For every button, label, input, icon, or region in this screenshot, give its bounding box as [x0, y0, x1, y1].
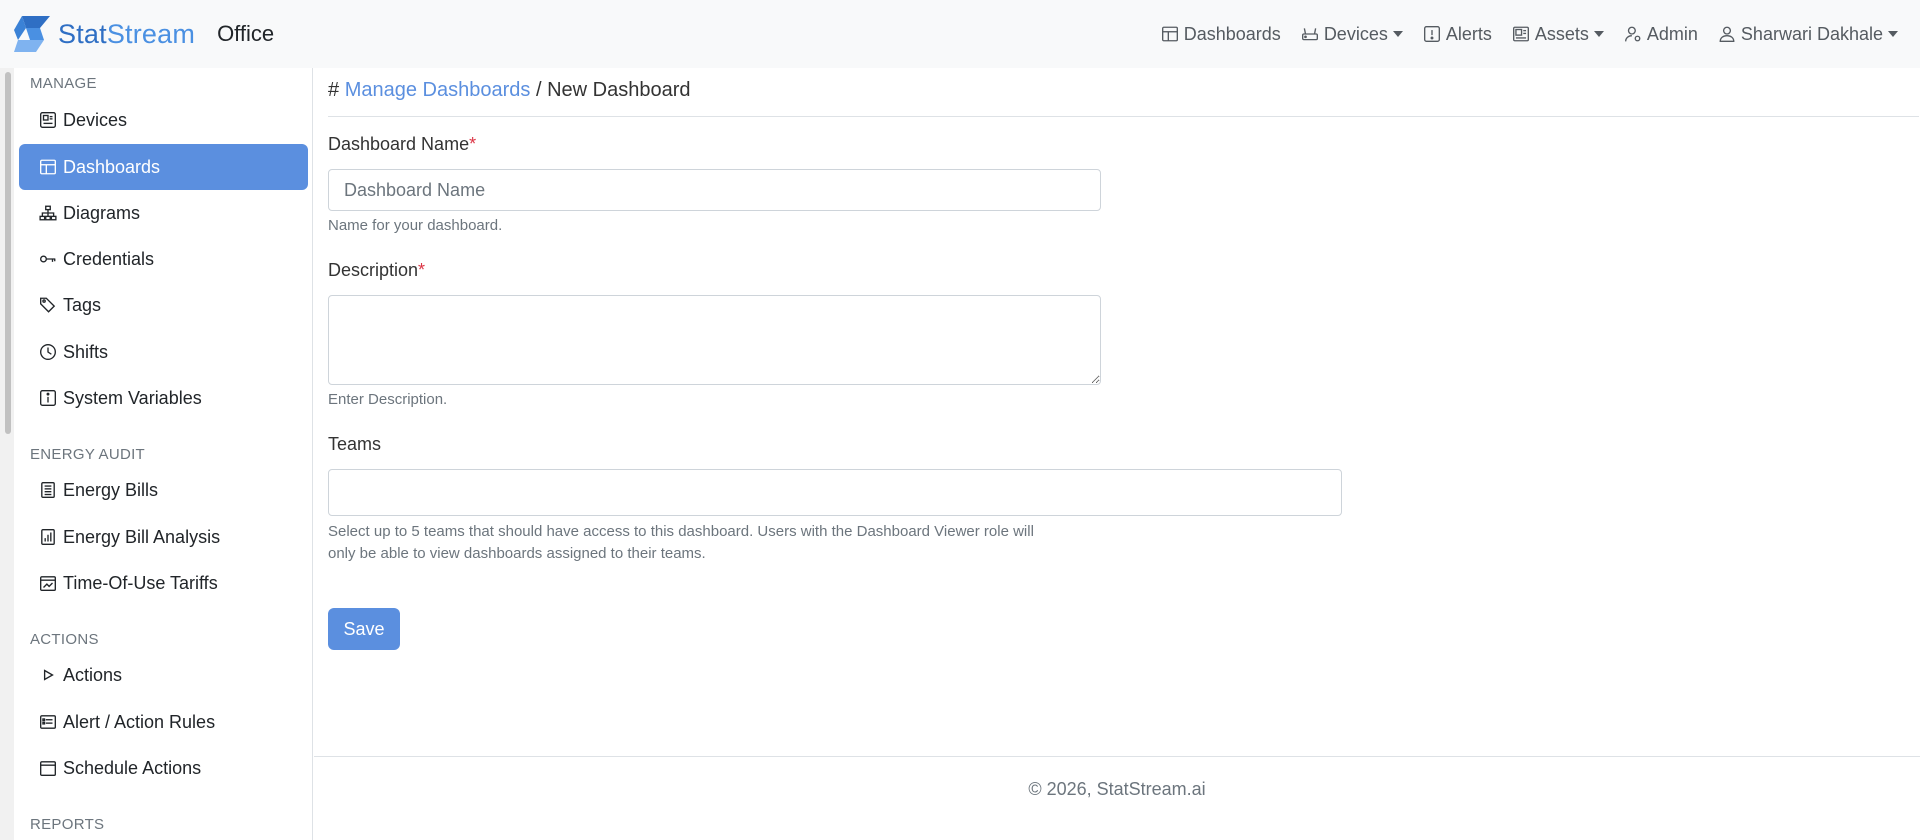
teams-label: Teams	[328, 434, 382, 454]
calendar-chart-icon	[40, 576, 56, 591]
nav-assets-label: Assets	[1534, 23, 1589, 44]
description-label: Description*	[328, 260, 426, 280]
bill-icon	[41, 482, 55, 498]
sidebar-item-label: Credentials	[63, 248, 155, 269]
sidebar-item-label: Tags	[63, 294, 102, 315]
nav-user-menu[interactable]: Sharwari Dakhale	[1718, 24, 1898, 45]
breadcrumb-hash: #	[328, 79, 340, 101]
sidebar: MANAGE Devices Dashboards Diagrams Crede…	[0, 68, 313, 840]
nav-dashboards-label: Dashboards	[1183, 23, 1281, 44]
footer-copyright: © 2026, StatStream.ai	[1028, 779, 1206, 799]
nav-user-label: Sharwari Dakhale	[1740, 23, 1883, 44]
nav-dashboards[interactable]: Dashboards	[1161, 24, 1281, 45]
section-title-reports: REPORTS	[30, 816, 105, 833]
router-icon	[1301, 28, 1318, 41]
sidebar-item-credentials[interactable]: Credentials	[19, 236, 308, 282]
sidebar-item-actions[interactable]: Actions	[19, 652, 308, 698]
breadcrumb-current: New Dashboard	[547, 79, 691, 101]
dashboard-icon	[40, 159, 56, 175]
clock-icon	[40, 344, 56, 360]
sidebar-item-label: Actions	[63, 664, 123, 685]
dashboard-icon	[1161, 26, 1178, 42]
sidebar-item-diagrams[interactable]: Diagrams	[19, 190, 308, 236]
footer-divider	[314, 756, 1920, 757]
admin-icon	[1624, 26, 1641, 42]
key-icon	[40, 255, 56, 263]
nav-admin[interactable]: Admin	[1624, 24, 1698, 45]
info-icon	[40, 390, 56, 406]
sidebar-item-shifts[interactable]: Shifts	[19, 329, 308, 375]
nav-assets[interactable]: Assets	[1512, 24, 1604, 45]
sidebar-item-label: Energy Bills	[63, 479, 159, 500]
brand-name: StatStream	[58, 18, 196, 49]
play-icon	[43, 669, 54, 681]
nav-admin-label: Admin	[1646, 23, 1698, 44]
sidebar-item-label: Shifts	[63, 341, 109, 362]
sidebar-item-system-variables[interactable]: System Variables	[19, 375, 308, 421]
sidebar-item-devices[interactable]: Devices	[19, 97, 308, 143]
sidebar-item-label: Time-Of-Use Tariffs	[63, 572, 218, 593]
section-title-actions: ACTIONS	[30, 631, 99, 648]
sidebar-item-label: Alert / Action Rules	[63, 711, 216, 732]
teams-help: Select up to 5 teams that should have ac…	[328, 523, 1034, 562]
sidebar-item-dashboards[interactable]: Dashboards	[19, 144, 308, 190]
save-button[interactable]: Save	[328, 608, 400, 650]
list-icon	[40, 715, 56, 729]
sidebar-scrollbar[interactable]	[0, 68, 14, 840]
sidebar-item-label: System Variables	[63, 387, 202, 408]
dashboard-name-input[interactable]	[328, 169, 1101, 211]
brand[interactable]: StatStream Office	[14, 14, 274, 54]
required-mark: *	[469, 134, 477, 154]
nav-alerts[interactable]: Alerts	[1423, 24, 1492, 45]
sidebar-item-label: Diagrams	[63, 202, 141, 223]
user-icon	[1719, 26, 1735, 42]
sidebar-scrollbar-thumb[interactable]	[5, 72, 11, 434]
sidebar-item-energy-bill-analysis[interactable]: Energy Bill Analysis	[19, 514, 308, 560]
sidebar-item-time-of-use-tariffs[interactable]: Time-Of-Use Tariffs	[19, 560, 308, 606]
sidebar-item-label: Devices	[63, 109, 128, 130]
chevron-down-icon	[1392, 31, 1403, 37]
device-icon	[40, 112, 56, 128]
tags-icon	[40, 297, 56, 313]
divider	[328, 116, 1919, 117]
description-textarea[interactable]	[328, 295, 1101, 385]
dashboard-name-label: Dashboard Name*	[328, 134, 477, 154]
required-mark: *	[418, 260, 426, 280]
section-title-energy-audit: ENERGY AUDIT	[30, 446, 146, 463]
sidebar-item-label: Dashboards	[63, 156, 161, 177]
assets-icon	[1512, 26, 1529, 42]
nav-alerts-label: Alerts	[1445, 23, 1492, 44]
sidebar-item-label: Energy Bill Analysis	[63, 526, 221, 547]
sidebar-item-schedule-actions[interactable]: Schedule Actions	[19, 745, 308, 791]
dashboard-name-help: Name for your dashboard.	[328, 217, 503, 234]
org-name: Office	[217, 21, 275, 46]
calendar-icon	[40, 761, 56, 776]
sidebar-item-tags[interactable]: Tags	[19, 282, 308, 328]
breadcrumb: # Manage Dashboards / New Dashboard	[328, 79, 690, 102]
diagram-icon	[39, 205, 57, 221]
main-content: # Manage Dashboards / New Dashboard Dash…	[314, 68, 1920, 840]
nav-devices[interactable]: Devices	[1301, 24, 1403, 45]
sidebar-item-label: Schedule Actions	[63, 757, 202, 778]
statstream-logo-icon	[14, 16, 50, 52]
chart-icon	[41, 529, 55, 545]
teams-multiselect[interactable]	[328, 469, 1342, 516]
chevron-down-icon	[1593, 31, 1604, 37]
top-navbar: StatStream Office Dashboards Devices Ale…	[0, 0, 1920, 68]
sidebar-item-energy-bills[interactable]: Energy Bills	[19, 467, 308, 513]
nav-devices-label: Devices	[1323, 23, 1388, 44]
breadcrumb-manage-dashboards-link[interactable]: Manage Dashboards	[345, 79, 531, 101]
sidebar-item-alert-action-rules[interactable]: Alert / Action Rules	[19, 699, 308, 745]
section-title-manage: MANAGE	[30, 75, 97, 92]
breadcrumb-separator: /	[535, 79, 542, 101]
alert-icon	[1423, 26, 1440, 42]
chevron-down-icon	[1888, 31, 1898, 37]
description-help: Enter Description.	[328, 391, 448, 408]
